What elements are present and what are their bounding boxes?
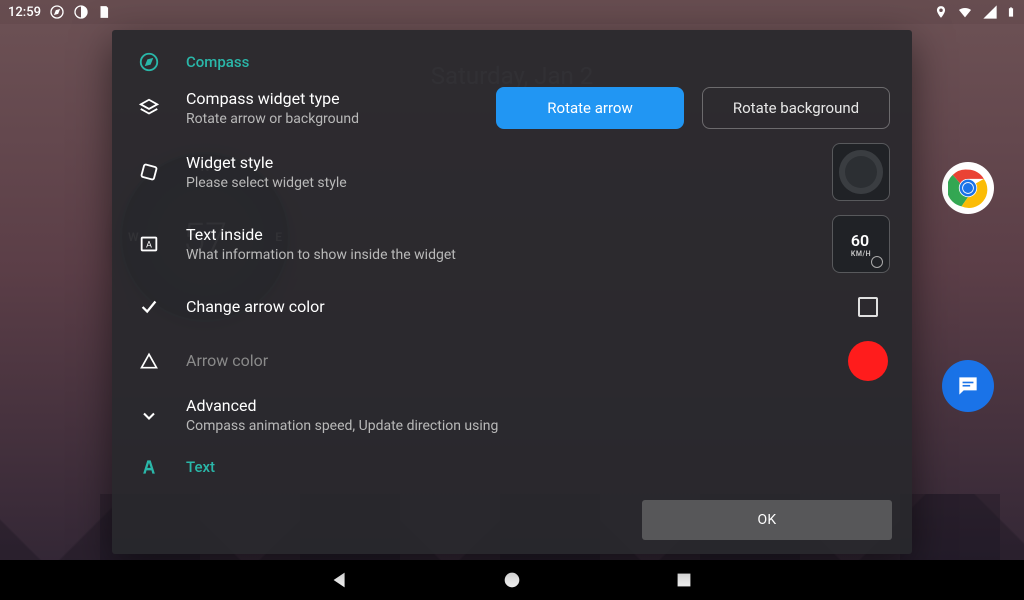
nav-home-button[interactable] bbox=[501, 569, 523, 591]
status-bar: 12:59 bbox=[0, 0, 1024, 24]
row-arrow-color[interactable]: Arrow color bbox=[134, 334, 890, 388]
advanced-sub: Compass animation speed, Update directio… bbox=[186, 417, 890, 436]
preview-speed-value: 60 bbox=[851, 231, 869, 250]
check-icon bbox=[138, 296, 160, 318]
layers-icon bbox=[138, 97, 160, 119]
signal-status-icon bbox=[982, 4, 998, 20]
widget-style-sub: Please select widget style bbox=[186, 174, 810, 193]
compass-icon bbox=[138, 51, 160, 73]
status-time: 12:59 bbox=[8, 5, 41, 20]
ok-button[interactable]: OK bbox=[642, 500, 892, 540]
section-text: Text bbox=[134, 449, 890, 485]
battery-status-icon bbox=[1006, 4, 1016, 20]
row-change-arrow-color[interactable]: Change arrow color bbox=[134, 280, 890, 334]
row-widget-style[interactable]: Widget style Please select widget style bbox=[134, 136, 890, 208]
location-status-icon bbox=[934, 4, 948, 20]
nav-back-button[interactable] bbox=[329, 569, 351, 591]
row-text-inside[interactable]: A Text inside What information to show i… bbox=[134, 208, 890, 280]
text-inside-preview: 60 KM/H bbox=[832, 215, 890, 273]
section-compass: Compass bbox=[134, 44, 890, 80]
widget-type-title: Compass widget type bbox=[186, 88, 474, 110]
text-inside-sub: What information to show inside the widg… bbox=[186, 246, 810, 265]
widget-style-preview bbox=[832, 143, 890, 201]
wifi-status-icon bbox=[956, 4, 974, 20]
contrast-status-icon bbox=[73, 4, 89, 20]
text-rect-icon: A bbox=[138, 233, 160, 255]
chrome-app-icon[interactable] bbox=[942, 162, 994, 214]
section-text-label: Text bbox=[186, 456, 890, 478]
style-icon bbox=[138, 161, 160, 183]
widget-type-sub: Rotate arrow or background bbox=[186, 110, 474, 129]
svg-text:A: A bbox=[146, 241, 152, 251]
section-compass-label: Compass bbox=[186, 51, 890, 73]
change-arrow-color-title: Change arrow color bbox=[186, 296, 836, 318]
row-widget-type: Compass widget type Rotate arrow or back… bbox=[134, 80, 890, 136]
rotate-arrow-button[interactable]: Rotate arrow bbox=[496, 87, 684, 129]
change-arrow-color-checkbox[interactable] bbox=[858, 297, 878, 317]
chevron-down-icon bbox=[139, 406, 159, 426]
widget-style-title: Widget style bbox=[186, 152, 810, 174]
navigation-bar bbox=[0, 560, 1024, 600]
messages-app-icon[interactable] bbox=[942, 360, 994, 412]
text-inside-title: Text inside bbox=[186, 224, 810, 246]
arrow-color-title: Arrow color bbox=[186, 350, 826, 372]
nav-recent-button[interactable] bbox=[673, 569, 695, 591]
compass-status-icon bbox=[49, 4, 65, 20]
preview-speed-unit: KM/H bbox=[851, 250, 871, 258]
triangle-outline-icon bbox=[139, 351, 159, 371]
row-primary-text-color[interactable]: Primary text color bbox=[134, 485, 890, 500]
row-advanced[interactable]: Advanced Compass animation speed, Update… bbox=[134, 388, 890, 443]
arrow-color-swatch[interactable] bbox=[848, 341, 888, 381]
text-format-icon bbox=[139, 457, 159, 477]
rotate-background-button[interactable]: Rotate background bbox=[702, 87, 890, 129]
sdcard-status-icon bbox=[97, 4, 111, 20]
advanced-title: Advanced bbox=[186, 395, 890, 417]
settings-dialog: Compass Compass widget type Rotate arrow… bbox=[112, 30, 912, 554]
